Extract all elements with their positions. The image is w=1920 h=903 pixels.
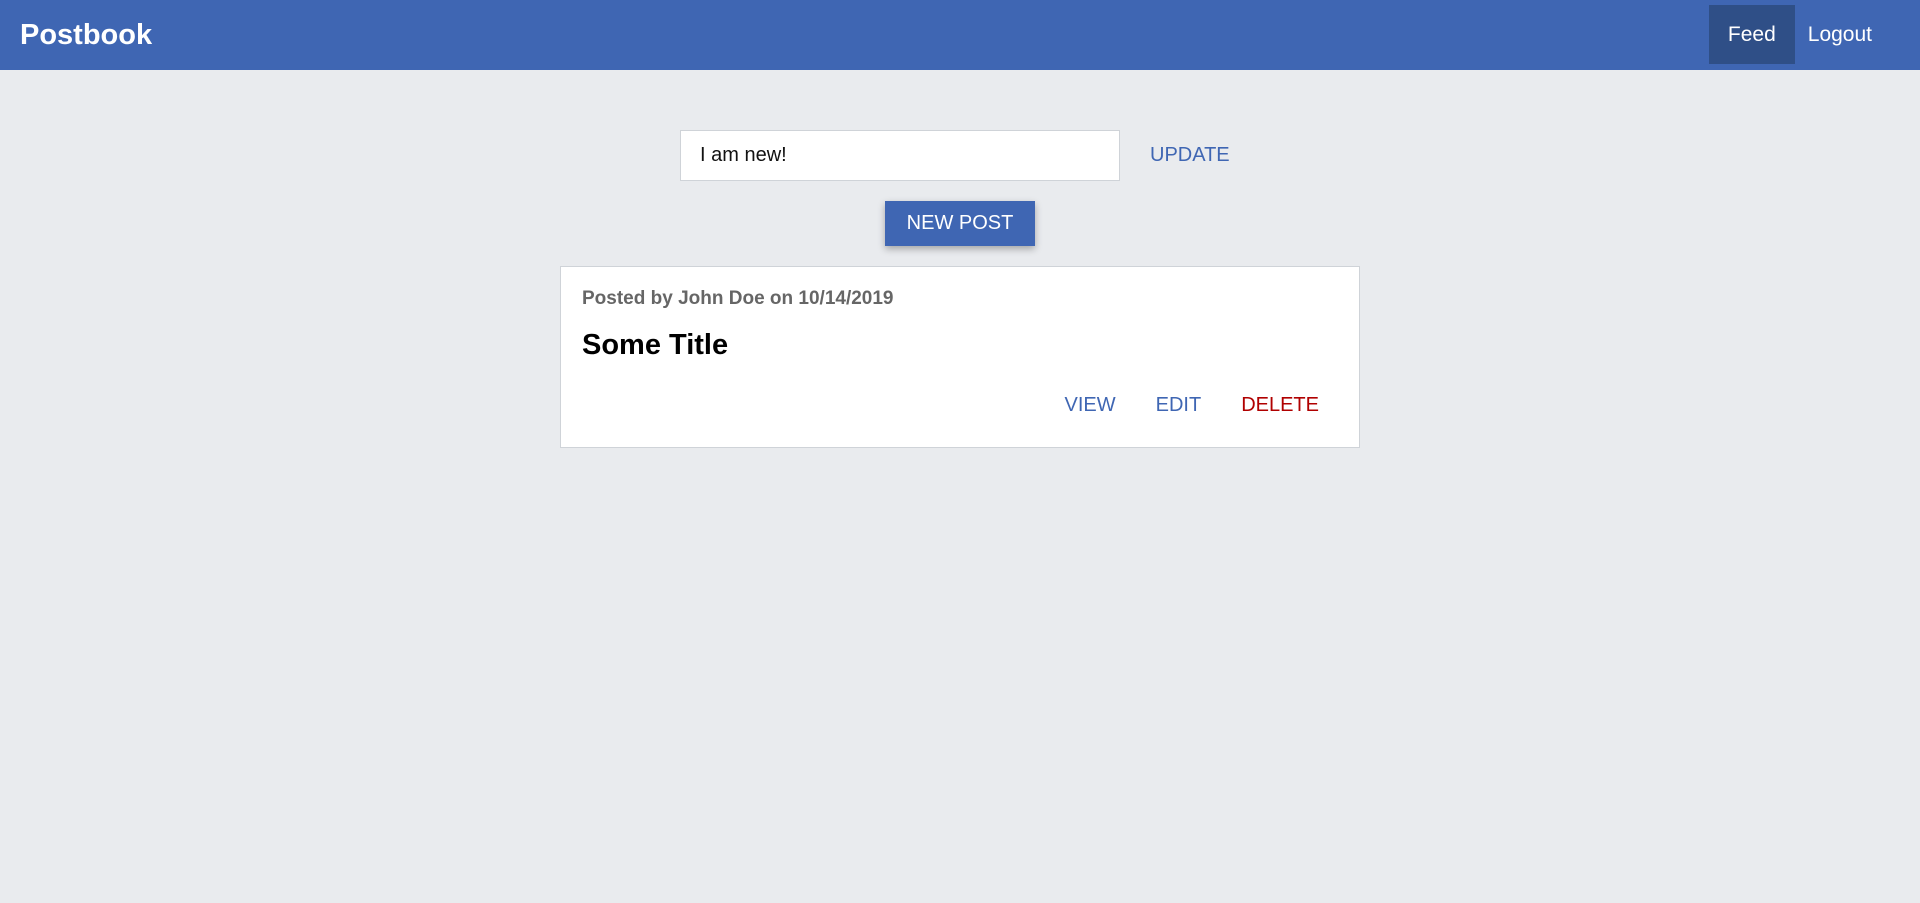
new-post-button[interactable]: NEW POST	[885, 201, 1035, 246]
post-actions: VIEW EDIT DELETE	[1025, 394, 1320, 417]
post-meta: Posted by John Doe on 10/14/2019	[582, 288, 894, 309]
view-post-link[interactable]: VIEW	[1065, 394, 1116, 417]
nav-logout-link[interactable]: Logout	[1795, 5, 1884, 64]
post-title-input[interactable]	[680, 130, 1120, 181]
top-nav: Feed Logout	[1708, 5, 1884, 64]
post-title: Some Title	[582, 329, 729, 361]
nav-feed-link[interactable]: Feed	[1708, 5, 1795, 64]
edit-post-link[interactable]: EDIT	[1156, 394, 1202, 417]
top-header: Postbook Feed Logout	[0, 0, 1920, 70]
delete-post-link[interactable]: DELETE	[1241, 394, 1319, 417]
update-button[interactable]: UPDATE	[1150, 144, 1230, 167]
post-editor-row: UPDATE	[680, 130, 1230, 181]
post-card: Posted by John Doe on 10/14/2019 Some Ti…	[560, 266, 1360, 448]
app-logo[interactable]: Postbook	[20, 0, 152, 70]
